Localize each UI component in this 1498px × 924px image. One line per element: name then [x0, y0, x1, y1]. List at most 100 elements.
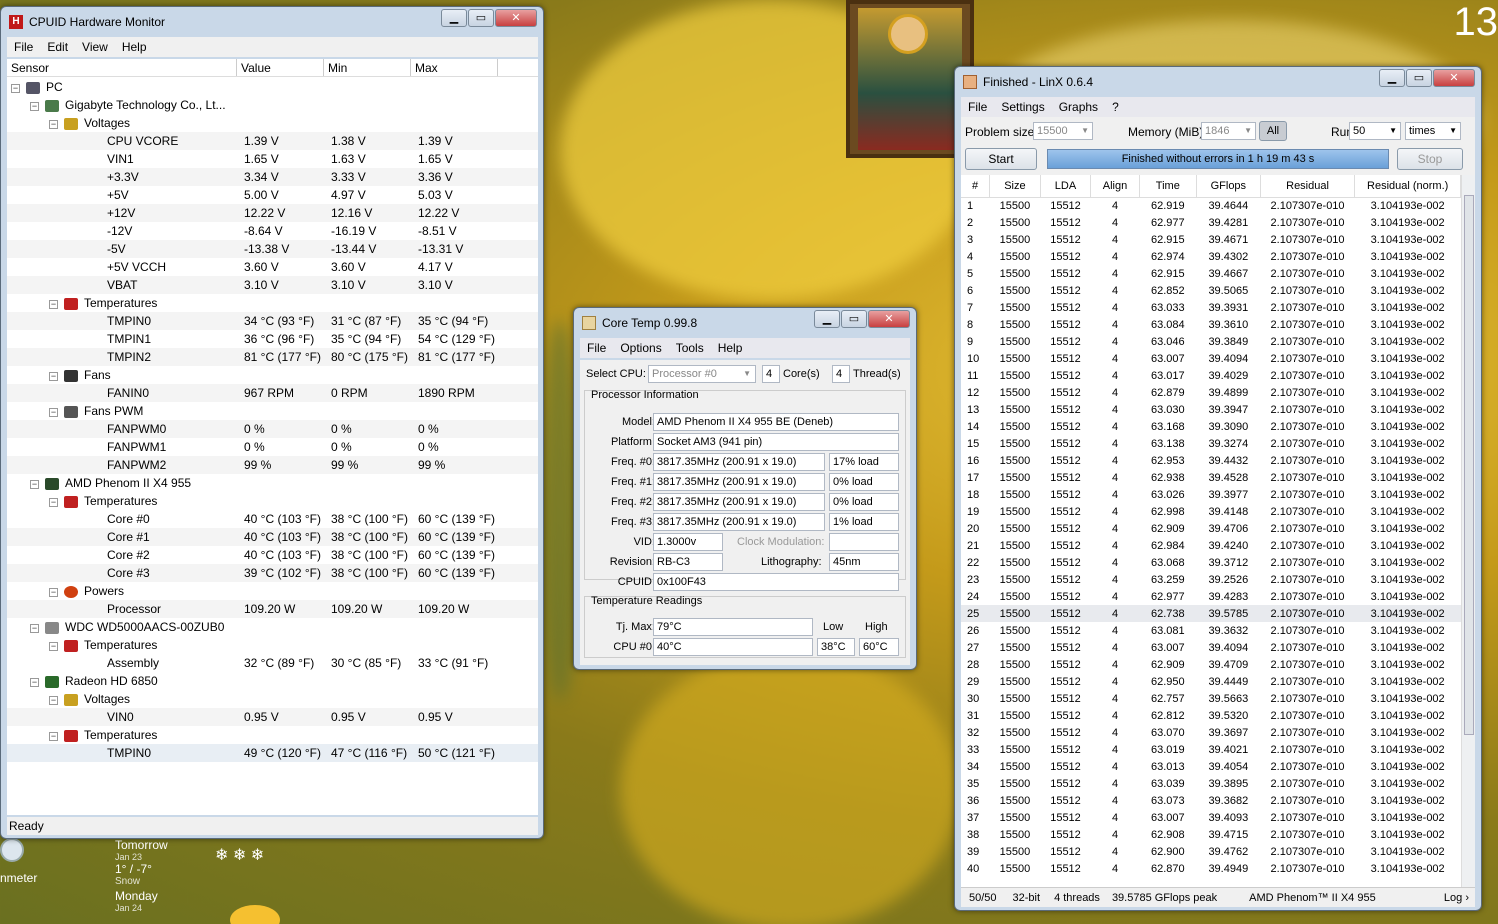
table-row[interactable]: 27 15500 15512 4 63.007 39.4094 2.107307e-010 3… [961, 639, 1461, 656]
coretemp-titlebar[interactable]: Core Temp 0.99.8 ▁ ▭ ✕ [574, 308, 916, 338]
sensor-row[interactable]: FANPWM0 0 % 0 % 0 % [7, 420, 538, 438]
menu-help[interactable]: Help [711, 341, 750, 355]
sensor-row[interactable]: Processor 109.20 W 109.20 W 109.20 W [7, 600, 538, 618]
close-button[interactable]: ✕ [495, 9, 537, 27]
run-unit-select[interactable]: times ▼ [1405, 122, 1461, 140]
tree-node[interactable]: − Temperatures [7, 726, 538, 744]
sensor-row[interactable]: +5V VCCH 3.60 V 3.60 V 4.17 V [7, 258, 538, 276]
column-header[interactable]: Residual [1260, 175, 1356, 198]
expand-toggle[interactable]: − [49, 120, 58, 129]
table-scrollbar[interactable] [1461, 175, 1475, 887]
table-row[interactable]: 29 15500 15512 4 62.950 39.4449 2.107307e-010 3… [961, 673, 1461, 690]
table-row[interactable]: 28 15500 15512 4 62.909 39.4709 2.107307e-010 3… [961, 656, 1461, 673]
sensor-row[interactable]: VIN1 1.65 V 1.63 V 1.65 V [7, 150, 538, 168]
weather-gadget[interactable]: Tomorrow Jan 23 1° / -7° Snow Monday Jan… [115, 838, 168, 913]
table-row[interactable]: 21 15500 15512 4 62.984 39.4240 2.107307e-010 3… [961, 537, 1461, 554]
tree-node[interactable]: − Fans [7, 366, 538, 384]
expand-toggle[interactable]: − [49, 588, 58, 597]
tree-node[interactable]: − Temperatures [7, 636, 538, 654]
sensor-row[interactable]: TMPIN1 36 °C (96 °F) 35 °C (94 °F) 54 °C (1… [7, 330, 538, 348]
col-max[interactable]: Max [411, 59, 498, 76]
sensor-row[interactable]: -12V -8.64 V -16.19 V -8.51 V [7, 222, 538, 240]
col-value[interactable]: Value [237, 59, 324, 76]
sensor-row[interactable]: +3.3V 3.34 V 3.33 V 3.36 V [7, 168, 538, 186]
all-memory-button[interactable]: All [1259, 121, 1287, 141]
column-header[interactable]: Time [1139, 175, 1197, 198]
table-row[interactable]: 20 15500 15512 4 62.909 39.4706 2.107307e-010 3… [961, 520, 1461, 537]
table-row[interactable]: 35 15500 15512 4 63.039 39.3895 2.107307e-010 3… [961, 775, 1461, 792]
table-row[interactable]: 2 15500 15512 4 62.977 39.4281 2.107307e-010 3.… [961, 214, 1461, 231]
close-button[interactable]: ✕ [868, 310, 910, 328]
expand-toggle[interactable]: − [11, 84, 20, 93]
expand-toggle[interactable]: − [49, 498, 58, 507]
tree-node[interactable]: − WDC WD5000AACS-00ZUB0 [7, 618, 538, 636]
coretemp-window[interactable]: Core Temp 0.99.8 ▁ ▭ ✕ File Options Tool… [573, 307, 917, 670]
tree-node[interactable]: − Fans PWM [7, 402, 538, 420]
table-row[interactable]: 6 15500 15512 4 62.852 39.5065 2.107307e-010 3.… [961, 282, 1461, 299]
table-row[interactable]: 7 15500 15512 4 63.033 39.3931 2.107307e-010 3.… [961, 299, 1461, 316]
menu-about[interactable]: ? [1105, 100, 1126, 114]
cpu-select[interactable]: Processor #0 ▼ [648, 365, 756, 383]
tree-node[interactable]: − Voltages [7, 114, 538, 132]
sensor-row[interactable]: Core #0 40 °C (103 °F) 38 °C (100 °F) 60 °C… [7, 510, 538, 528]
column-header[interactable]: LDA [1040, 175, 1092, 198]
maximize-button[interactable]: ▭ [468, 9, 494, 27]
run-count-input[interactable]: 50 ▼ [1349, 122, 1401, 140]
sensor-row[interactable]: TMPIN0 34 °C (93 °F) 31 °C (87 °F) 35 °C (9… [7, 312, 538, 330]
log-button[interactable]: Log › [1438, 892, 1475, 904]
table-row[interactable]: 12 15500 15512 4 62.879 39.4899 2.107307e-010 3… [961, 384, 1461, 401]
expand-toggle[interactable]: − [49, 696, 58, 705]
table-row[interactable]: 4 15500 15512 4 62.974 39.4302 2.107307e-010 3.… [961, 248, 1461, 265]
menu-graphs[interactable]: Graphs [1052, 100, 1105, 114]
sensor-row[interactable]: CPU VCORE 1.39 V 1.38 V 1.39 V [7, 132, 538, 150]
expand-toggle[interactable]: − [49, 300, 58, 309]
table-row[interactable]: 19 15500 15512 4 62.998 39.4148 2.107307e-010 3… [961, 503, 1461, 520]
table-row[interactable]: 10 15500 15512 4 63.007 39.4094 2.107307e-010 3… [961, 350, 1461, 367]
maximize-button[interactable]: ▭ [1406, 69, 1432, 87]
table-row[interactable]: 24 15500 15512 4 62.977 39.4283 2.107307e-010 3… [961, 588, 1461, 605]
menu-edit[interactable]: Edit [40, 40, 75, 54]
sensor-row[interactable]: FANPWM1 0 % 0 % 0 % [7, 438, 538, 456]
sensor-row[interactable]: +5V 5.00 V 4.97 V 5.03 V [7, 186, 538, 204]
column-header[interactable]: # [961, 175, 991, 198]
maximize-button[interactable]: ▭ [841, 310, 867, 328]
sensor-row[interactable]: +12V 12.22 V 12.16 V 12.22 V [7, 204, 538, 222]
results-table-container[interactable]: # Size LDA Align Time GFlops Residual Residual … [961, 175, 1475, 887]
expand-toggle[interactable]: − [30, 678, 39, 687]
tree-node[interactable]: − Voltages [7, 690, 538, 708]
table-row[interactable]: 36 15500 15512 4 63.073 39.3682 2.107307e-010 3… [961, 792, 1461, 809]
table-row[interactable]: 14 15500 15512 4 63.168 39.3090 2.107307e-010 3… [961, 418, 1461, 435]
start-button[interactable]: Start [965, 148, 1037, 170]
sensor-row[interactable]: TMPIN2 81 °C (177 °F) 80 °C (175 °F) 81 °C … [7, 348, 538, 366]
expand-toggle[interactable]: − [49, 642, 58, 651]
menu-file[interactable]: File [580, 341, 613, 355]
minimize-button[interactable]: ▁ [1379, 69, 1405, 87]
table-row[interactable]: 26 15500 15512 4 63.081 39.3632 2.107307e-010 3… [961, 622, 1461, 639]
col-sensor[interactable]: Sensor [7, 59, 237, 76]
table-row[interactable]: 9 15500 15512 4 63.046 39.3849 2.107307e-010 3.… [961, 333, 1461, 350]
table-row[interactable]: 30 15500 15512 4 62.757 39.5663 2.107307e-010 3… [961, 690, 1461, 707]
table-row[interactable]: 1 15500 15512 4 62.919 39.4644 2.107307e-010 3.… [961, 197, 1461, 214]
sensor-row[interactable]: FANPWM2 99 % 99 % 99 % [7, 456, 538, 474]
column-header[interactable]: Align [1090, 175, 1140, 198]
column-header[interactable]: GFlops [1196, 175, 1261, 198]
sensor-row[interactable]: Assembly 32 °C (89 °F) 30 °C (85 °F) 33 °C … [7, 654, 538, 672]
table-row[interactable]: 32 15500 15512 4 63.070 39.3697 2.107307e-010 3… [961, 724, 1461, 741]
table-row[interactable]: 18 15500 15512 4 63.026 39.3977 2.107307e-010 3… [961, 486, 1461, 503]
tree-node[interactable]: − Temperatures [7, 492, 538, 510]
menu-options[interactable]: Options [613, 341, 668, 355]
table-row[interactable]: 39 15500 15512 4 62.900 39.4762 2.107307e-010 3… [961, 843, 1461, 860]
expand-toggle[interactable]: − [30, 102, 39, 111]
table-row[interactable]: 15 15500 15512 4 63.138 39.3274 2.107307e-010 3… [961, 435, 1461, 452]
table-row[interactable]: 11 15500 15512 4 63.017 39.4029 2.107307e-010 3… [961, 367, 1461, 384]
table-row[interactable]: 34 15500 15512 4 63.013 39.4054 2.107307e-010 3… [961, 758, 1461, 775]
expand-toggle[interactable]: − [30, 480, 39, 489]
column-header[interactable]: Residual (norm.) [1354, 175, 1461, 198]
table-row[interactable]: 38 15500 15512 4 62.908 39.4715 2.107307e-010 3… [961, 826, 1461, 843]
tree-node[interactable]: − Radeon HD 6850 [7, 672, 538, 690]
sensor-row[interactable]: TMPIN0 49 °C (120 °F) 47 °C (116 °F) 50 °C … [7, 744, 538, 762]
sensor-row[interactable]: -5V -13.38 V -13.44 V -13.31 V [7, 240, 538, 258]
hwmon-tree[interactable]: Sensor Value Min Max − PC − Gigabyte Techno… [7, 59, 538, 815]
menu-file[interactable]: File [961, 100, 994, 114]
tree-node[interactable]: − Powers [7, 582, 538, 600]
